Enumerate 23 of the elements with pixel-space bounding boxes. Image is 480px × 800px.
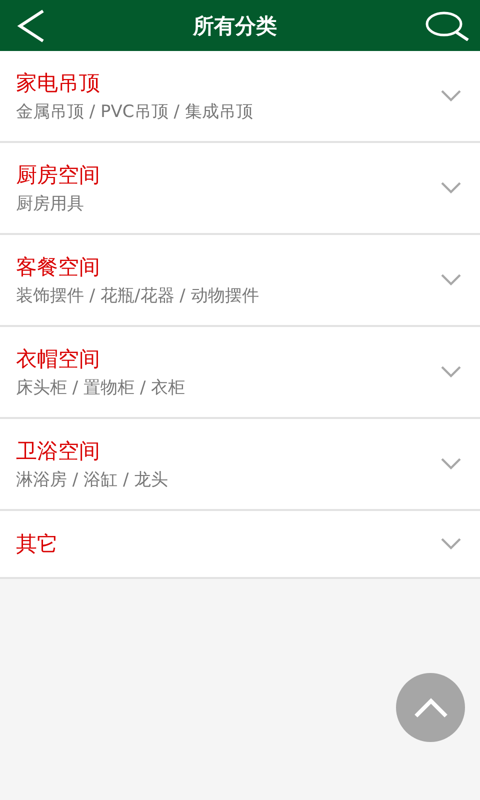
category-title: 其它	[16, 531, 58, 558]
category-subtitle: 厨房用具	[16, 193, 85, 215]
category-title: 卫浴空间	[16, 438, 101, 465]
page-title: 所有分类	[193, 12, 277, 40]
category-item[interactable]: 客餐空间 装饰摆件 / 花瓶/花器 / 动物摆件	[0, 235, 480, 327]
category-subtitle: 床头柜 / 置物柜 / 衣柜	[16, 377, 186, 399]
back-button[interactable]	[16, 8, 46, 42]
search-icon	[424, 10, 470, 40]
category-item[interactable]: 其它	[0, 511, 480, 579]
category-item[interactable]: 衣帽空间 床头柜 / 置物柜 / 衣柜	[0, 327, 480, 419]
category-subtitle: 金属吊顶 / PVC吊顶 / 集成吊顶	[16, 101, 253, 123]
category-subtitle: 淋浴房 / 浴缸 / 龙头	[16, 469, 168, 491]
category-item[interactable]: 家电吊顶 金属吊顶 / PVC吊顶 / 集成吊顶	[0, 51, 480, 143]
chevron-up-icon	[412, 696, 448, 718]
category-title: 家电吊顶	[16, 70, 101, 97]
back-icon	[16, 8, 46, 42]
category-subtitle: 装饰摆件 / 花瓶/花器 / 动物摆件	[16, 285, 259, 307]
category-item[interactable]: 厨房空间 厨房用具	[0, 143, 480, 235]
category-title: 衣帽空间	[16, 346, 101, 373]
category-title: 客餐空间	[16, 254, 101, 281]
search-button[interactable]	[424, 10, 470, 40]
category-title: 厨房空间	[16, 162, 100, 189]
category-item[interactable]: 卫浴空间 淋浴房 / 浴缸 / 龙头	[0, 419, 480, 511]
